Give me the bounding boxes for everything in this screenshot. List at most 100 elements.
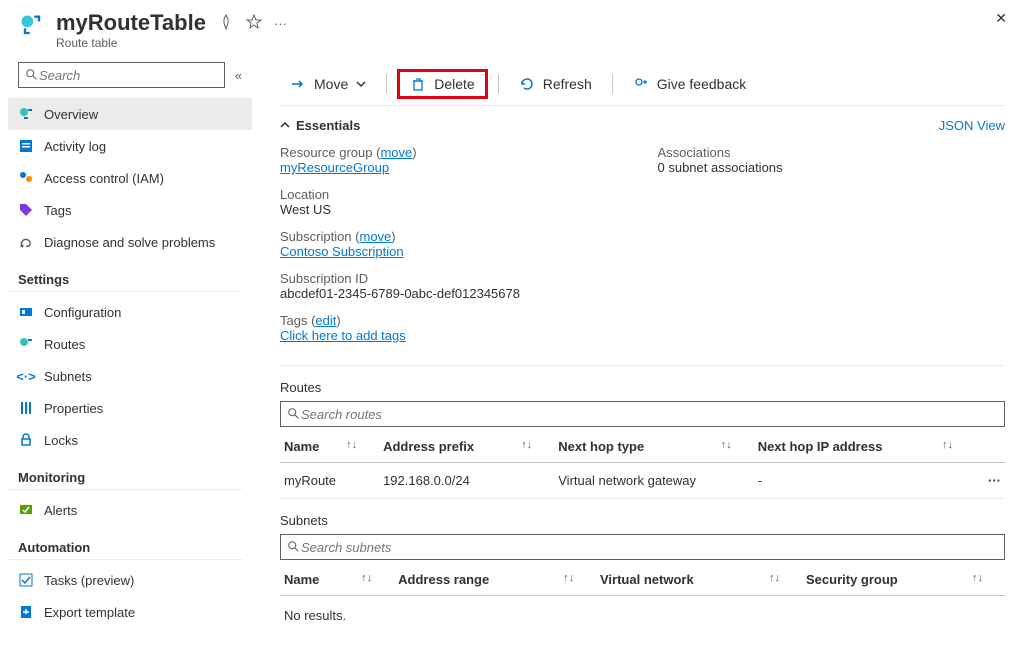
refresh-button[interactable]: Refresh [509, 72, 602, 96]
route-name: myRoute [280, 463, 379, 499]
move-icon [290, 76, 306, 92]
sidebar-item-access-control[interactable]: Access control (IAM) [8, 162, 252, 194]
sidebar-item-locks[interactable]: Locks [8, 424, 252, 456]
rg-move-link[interactable]: move [380, 145, 412, 160]
sidebar-item-label: Overview [44, 107, 98, 122]
tags-add-link[interactable]: Click here to add tags [280, 328, 406, 343]
subnets-search-input[interactable] [301, 540, 998, 555]
subnets-col-name[interactable]: Name↑↓ [280, 564, 394, 596]
delete-button[interactable]: Delete [397, 69, 487, 99]
sidebar-item-export-template[interactable]: Export template [8, 596, 252, 628]
delete-label: Delete [434, 76, 474, 92]
sidebar-item-tags[interactable]: Tags [8, 194, 252, 226]
sidebar-item-routes[interactable]: Routes [8, 328, 252, 360]
subnets-icon: <·> [18, 368, 34, 384]
essentials-title: Essentials [296, 118, 360, 133]
routes-table: Name↑↓ Address prefix↑↓ Next hop type↑↓ … [280, 431, 1005, 499]
row-more-icon[interactable]: ··· [975, 463, 1005, 499]
page-subtitle: Route table [56, 36, 206, 50]
tasks-icon [18, 572, 34, 588]
sidebar-item-label: Access control (IAM) [44, 171, 164, 186]
routes-col-prefix[interactable]: Address prefix↑↓ [379, 431, 554, 463]
json-view-link[interactable]: JSON View [939, 118, 1005, 133]
search-icon [287, 407, 301, 421]
page-title: myRouteTable [56, 10, 206, 36]
sidebar-item-label: Alerts [44, 503, 77, 518]
more-icon[interactable]: ··· [274, 16, 287, 31]
refresh-label: Refresh [543, 76, 592, 92]
routes-search[interactable] [280, 401, 1005, 427]
subid-label: Subscription ID [280, 271, 628, 286]
search-icon [25, 68, 39, 82]
sidebar-item-label: Configuration [44, 305, 121, 320]
main-content: Move Delete Refresh Give feedback Essent… [260, 62, 1025, 655]
close-icon[interactable]: ✕ [995, 10, 1007, 27]
subnets-col-vnet[interactable]: Virtual network↑↓ [596, 564, 802, 596]
sub-value-link[interactable]: Contoso Subscription [280, 244, 404, 259]
tags-label: Tags [280, 313, 307, 328]
sidebar: « Overview Activity log Access control (… [0, 62, 260, 655]
rg-value-link[interactable]: myResourceGroup [280, 160, 389, 175]
route-prefix: 192.168.0.0/24 [379, 463, 554, 499]
essentials-header[interactable]: Essentials JSON View [280, 106, 1005, 145]
routes-section-title: Routes [280, 366, 1005, 401]
assoc-label: Associations [658, 145, 1006, 160]
routes-icon [18, 336, 34, 352]
routes-col-hop-type[interactable]: Next hop type↑↓ [554, 431, 753, 463]
subnets-no-results: No results. [280, 596, 1005, 635]
sidebar-item-overview[interactable]: Overview [8, 98, 252, 130]
routes-col-hop-ip[interactable]: Next hop IP address↑↓ [754, 431, 975, 463]
sidebar-item-diagnose[interactable]: Diagnose and solve problems [8, 226, 252, 258]
location-label: Location [280, 187, 628, 202]
diagnose-icon [18, 234, 34, 250]
sidebar-item-label: Diagnose and solve problems [44, 235, 215, 250]
pin-icon[interactable] [218, 14, 234, 33]
subnets-section-title: Subnets [280, 499, 1005, 534]
sort-icon: ↑↓ [942, 439, 953, 451]
route-table-icon [18, 12, 46, 40]
toolbar-separator [386, 74, 387, 94]
feedback-icon [633, 76, 649, 92]
table-row[interactable]: myRoute 192.168.0.0/24 Virtual network g… [280, 463, 1005, 499]
favorite-star-icon[interactable] [246, 14, 262, 33]
sort-icon: ↑↓ [769, 572, 780, 584]
sidebar-item-alerts[interactable]: Alerts [8, 494, 252, 526]
move-button[interactable]: Move [280, 72, 376, 96]
subnets-table: Name↑↓ Address range↑↓ Virtual network↑↓… [280, 564, 1005, 596]
collapse-sidebar-icon[interactable]: « [235, 68, 242, 83]
sidebar-item-label: Routes [44, 337, 85, 352]
sidebar-item-label: Activity log [44, 139, 106, 154]
delete-icon [410, 76, 426, 92]
sidebar-item-properties[interactable]: Properties [8, 392, 252, 424]
export-icon [18, 604, 34, 620]
route-hop-type: Virtual network gateway [554, 463, 753, 499]
sidebar-item-label: Locks [44, 433, 78, 448]
feedback-label: Give feedback [657, 76, 747, 92]
subnets-col-sg[interactable]: Security group↑↓ [802, 564, 1005, 596]
routes-search-input[interactable] [301, 407, 998, 422]
routes-col-name[interactable]: Name↑↓ [280, 431, 379, 463]
sidebar-item-activity-log[interactable]: Activity log [8, 130, 252, 162]
sidebar-item-label: Tasks (preview) [44, 573, 134, 588]
sidebar-search-input[interactable] [39, 68, 218, 83]
feedback-button[interactable]: Give feedback [623, 72, 757, 96]
sidebar-item-label: Tags [44, 203, 71, 218]
sidebar-item-label: Properties [44, 401, 103, 416]
log-icon [18, 138, 34, 154]
sidebar-search[interactable] [18, 62, 225, 88]
route-hop-ip: - [754, 463, 975, 499]
toolbar-separator [498, 74, 499, 94]
chevron-down-icon [356, 79, 366, 89]
config-icon [18, 304, 34, 320]
sidebar-item-tasks[interactable]: Tasks (preview) [8, 564, 252, 596]
sub-move-link[interactable]: move [360, 229, 392, 244]
sub-label: Subscription [280, 229, 352, 244]
sidebar-item-subnets[interactable]: <·> Subnets [8, 360, 252, 392]
rg-label: Resource group [280, 145, 373, 160]
subnets-col-range[interactable]: Address range↑↓ [394, 564, 596, 596]
subnets-search[interactable] [280, 534, 1005, 560]
sidebar-item-configuration[interactable]: Configuration [8, 296, 252, 328]
chevron-up-icon [280, 118, 290, 133]
sort-icon: ↑↓ [521, 439, 532, 451]
tags-edit-link[interactable]: edit [315, 313, 336, 328]
